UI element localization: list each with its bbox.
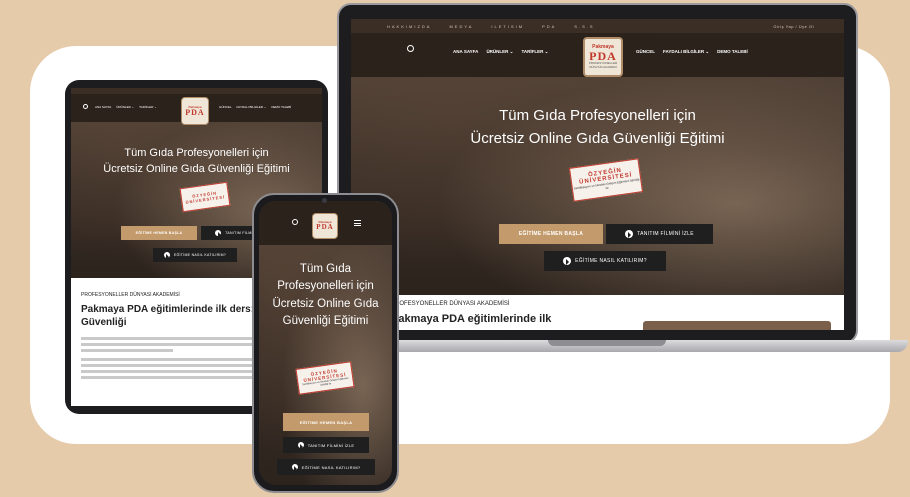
article-image	[643, 321, 831, 330]
hero-title-line2: Ücretsiz Online Gıda Güvenliği Eğitimi	[103, 163, 290, 175]
hero-title-line: Güvenliği Eğitimi	[282, 314, 369, 327]
nav-item-useful-info[interactable]: FAYDALI BİLGİLER ⌄	[663, 49, 709, 55]
how-to-join-label: EĞİTİME NASIL KATILIRIM?	[301, 464, 361, 470]
start-training-button[interactable]: EĞİTİME HEMEN BAŞLA	[499, 224, 603, 244]
how-to-join-button[interactable]: EĞİTİME NASIL KATILIRIM?	[544, 251, 666, 271]
hero-title-line: Profesyonelleri için	[277, 280, 374, 293]
nav-item-demo-request[interactable]: DEMO TALEBİ	[717, 49, 748, 55]
nav-item-products[interactable]: ÜRÜNLER ⌄	[116, 105, 134, 109]
how-to-join-button[interactable]: EĞİTİME NASIL KATILIRIM?	[153, 248, 237, 262]
logo-main-text: PDA	[316, 223, 334, 231]
topbar-link-contact[interactable]: ILETISIM	[491, 24, 524, 29]
watch-video-button[interactable]: TANITIM FİLMİNİ İZLE	[606, 224, 713, 244]
search-icon[interactable]	[292, 219, 298, 225]
how-to-join-label: EĞİTİME NASIL KATILIRIM?	[173, 253, 227, 257]
login-register-link[interactable]: Giriş Yap / Üye Ol	[773, 24, 814, 29]
topbar-link-about[interactable]: HAKKIMIZDA	[387, 24, 431, 29]
topbar-link-pda[interactable]: PDA	[542, 24, 556, 29]
play-icon	[563, 257, 572, 266]
phone-hero-title: Tüm Gıda Profesyonelleri için Ücretsiz O…	[259, 261, 392, 330]
how-to-join-button[interactable]: EĞİTİME NASIL KATILIRIM?	[277, 459, 375, 475]
logo-sub-text: PROFESYONELLER DÜNYASI AKADEMİ	[588, 61, 618, 69]
nav-item-recipes[interactable]: TARİFLER ⌄	[139, 105, 157, 109]
nav-item-recipes[interactable]: TARİFLER ⌄	[521, 49, 548, 55]
laptop-device: Tüm Gıda Profesyonelleri için Ücretsiz O…	[337, 3, 858, 344]
university-stamp: ÖZYEĞİN ÜNİVERSİTESİ	[179, 181, 231, 213]
pda-logo[interactable]: Pakmaya PDA	[312, 213, 338, 239]
hero-title-line1: Tüm Gıda Profesyonelleri için	[124, 147, 269, 159]
phone-nav: Pakmaya PDA	[259, 201, 392, 245]
start-training-button[interactable]: EĞİTİME HEMEN BAŞLA	[121, 226, 197, 240]
nav-item-home[interactable]: ANA SAYFA	[453, 49, 478, 55]
topbar-link-faq[interactable]: S.S.S	[574, 24, 594, 29]
phone-camera	[322, 198, 327, 203]
phone-screen: Pakmaya PDA Tüm Gıda Profesyonelleri içi…	[259, 201, 392, 485]
text-line	[81, 349, 174, 352]
watch-video-label: TANITIM FİLMİNİ İZLE	[307, 442, 355, 448]
hero-title-line2: Ücretsiz Online Gıda Güvenliği Eğitimi	[470, 130, 725, 147]
play-icon	[625, 230, 634, 239]
main-navigation: ANA SAYFA ÜRÜNLER ⌄ TARİFLER ⌄ Pakmaya P…	[351, 33, 844, 77]
article-title: Pakmaya PDA eğitimlerinde ilk	[391, 313, 552, 325]
play-icon	[215, 230, 222, 238]
watch-video-button[interactable]: TANITIM FİLMİNİ İZLE	[283, 437, 369, 453]
university-stamp: ÖZYEĞİN ÜNİVERSİTESİ Sertifikasyon ve Me…	[295, 361, 355, 395]
topbar-link-media[interactable]: MEDYA	[449, 24, 473, 29]
search-icon[interactable]	[83, 104, 88, 109]
search-icon[interactable]	[407, 45, 414, 52]
nav-left-group: ANA SAYFA ÜRÜNLER ⌄ TARİFLER ⌄	[453, 49, 548, 55]
how-to-join-label: EĞİTİME NASIL KATILIRIM?	[575, 258, 647, 264]
university-stamp: ÖZYEĞİN ÜNİVERSİTESİ Sertifikasyon ve Me…	[568, 158, 644, 202]
play-icon	[297, 442, 304, 450]
hamburger-menu-icon[interactable]	[354, 220, 361, 226]
nav-item-useful-info[interactable]: FAYDALI BİLGİLER ⌄	[237, 105, 267, 109]
logo-main-text: PDA	[185, 107, 205, 117]
hero-title-line: Ücretsiz Online Gıda	[272, 297, 379, 310]
watch-video-label: TANITIM FİLMİNİ İZLE	[637, 231, 694, 237]
article-section: PROFESYONELLER DÜNYASI AKADEMİSİ Pakmaya…	[351, 295, 844, 330]
laptop-notch	[548, 340, 666, 346]
nav-item-products[interactable]: ÜRÜNLER ⌄	[486, 49, 513, 55]
hero-title-line1: Tüm Gıda Profesyonelleri için	[499, 107, 696, 124]
laptop-screen: Tüm Gıda Profesyonelleri için Ücretsiz O…	[351, 19, 844, 330]
tablet-nav: ANA SAYFA ÜRÜNLER ⌄ TARİFLER ⌄ Pakmaya P…	[71, 94, 322, 125]
play-icon	[163, 252, 170, 260]
nav-item-news[interactable]: GÜNCEL	[219, 105, 232, 109]
tablet-nav-left: ANA SAYFA ÜRÜNLER ⌄ TARİFLER ⌄	[95, 105, 157, 109]
hero-title-line: Tüm Gıda	[299, 263, 352, 275]
pda-logo[interactable]: Pakmaya PDA	[181, 97, 209, 125]
pda-logo[interactable]: Pakmaya PDA PROFESYONELLER DÜNYASI AKADE…	[583, 37, 623, 77]
tablet-nav-right: GÜNCEL FAYDALI BİLGİLER ⌄ DEMO TALEBİ	[219, 105, 291, 109]
nav-item-demo-request[interactable]: DEMO TALEBİ	[271, 105, 291, 109]
start-training-button[interactable]: EĞİTİME HEMEN BAŞLA	[283, 413, 369, 431]
nav-right-group: GÜNCEL FAYDALI BİLGİLER ⌄ DEMO TALEBİ	[636, 49, 748, 55]
top-utility-bar: HAKKIMIZDA MEDYA ILETISIM PDA S.S.S Giri…	[351, 19, 844, 33]
nav-item-home[interactable]: ANA SAYFA	[95, 105, 111, 109]
article-eyebrow: PROFESYONELLER DÜNYASI AKADEMİSİ	[391, 301, 510, 307]
phone-device: Pakmaya PDA Tüm Gıda Profesyonelleri içi…	[252, 193, 399, 493]
nav-item-news[interactable]: GÜNCEL	[636, 49, 655, 55]
play-icon	[291, 464, 298, 472]
